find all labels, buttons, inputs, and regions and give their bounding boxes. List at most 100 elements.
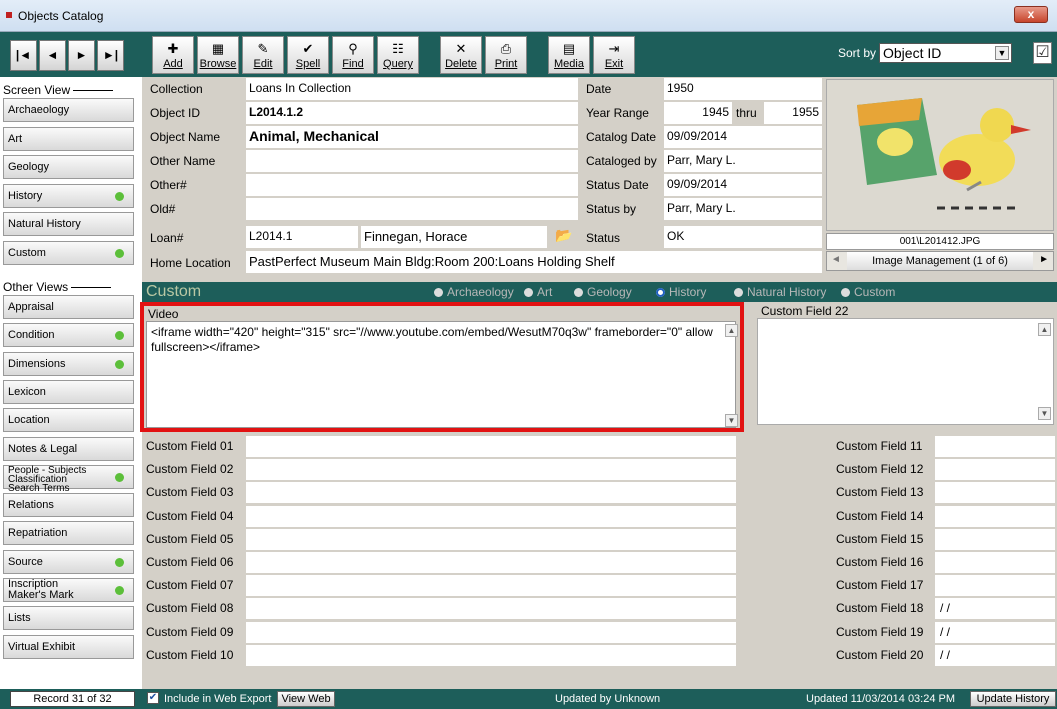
add-button[interactable]: ✚ Add [152,36,194,74]
sidebar-item-custom[interactable]: Custom [3,240,134,265]
nav-button-2[interactable]: ► [68,40,95,71]
view-radio-archaeology[interactable]: Archaeology [434,285,514,299]
nav-button-1[interactable]: ◄ [39,40,66,71]
status-by-field[interactable]: Parr, Mary L. [664,198,822,220]
status-date-field[interactable]: 09/09/2014 [664,174,822,196]
image-nav-bar: ◄ Image Management (1 of 6) ► [826,251,1054,271]
sidebar-item-dimensions[interactable]: Dimensions [3,351,134,376]
edit-button[interactable]: ✎ Edit [242,36,284,74]
sidebar-item-condition[interactable]: Condition [3,323,134,348]
scroll-up-icon[interactable]: ▲ [725,324,738,337]
spell-button[interactable]: ✔ Spell [287,36,329,74]
scroll-down-icon[interactable]: ▼ [1038,407,1051,420]
close-button[interactable]: x [1014,6,1048,23]
radio-label: Natural History [747,285,827,299]
sidebar-item-inscription[interactable]: Inscription Maker's Mark [3,578,134,602]
scroll-up-icon[interactable]: ▲ [1038,323,1051,336]
year-from-field[interactable]: 1945 [664,102,732,124]
collection-field[interactable]: Loans In Collection [246,78,578,100]
sidebar-item-people-subjects[interactable]: People - Subjects Classification Search … [3,464,134,493]
media-button[interactable]: ▤ Media [548,36,590,74]
exit-button[interactable]: ⇥ Exit [593,36,635,74]
custom-field-input[interactable] [246,528,736,550]
custom-field-input[interactable] [246,552,736,573]
sidebar-item-label: Virtual Exhibit [8,640,76,653]
old-num-field[interactable] [246,198,578,220]
object-photo[interactable] [826,79,1054,231]
sidebar-item-archaeology[interactable]: Archaeology [3,98,134,122]
custom-field-input[interactable] [246,459,736,481]
sidebar-item-repatriation[interactable]: Repatriation [3,521,134,546]
sidebar-item-notes-legal[interactable]: Notes & Legal [3,436,134,461]
sidebar-item-lists[interactable]: Lists [3,606,134,631]
view-radio-custom[interactable]: Custom [841,285,895,299]
sidebar-item-history[interactable]: History [3,183,134,208]
date-field[interactable]: 1950 [664,78,822,100]
sidebar-item-art[interactable]: Art [3,126,134,151]
browse-button[interactable]: ▦ Browse [197,36,239,74]
year-to-field[interactable]: 1955 [764,102,822,124]
custom-field-input[interactable] [935,552,1055,573]
custom-field-22-textarea[interactable]: ▲ ▼ [757,318,1054,425]
custom-field-input[interactable]: / / [935,644,1055,666]
custom-field-input[interactable] [935,528,1055,550]
custom-field-input[interactable] [246,482,736,504]
custom-field-label: Custom Field 04 [146,508,234,523]
sidebar-item-appraisal[interactable]: Appraisal [3,295,134,319]
custom-field-input[interactable]: / / [935,598,1055,620]
loan-number-field[interactable]: L2014.1 [246,226,358,248]
custom-field-input[interactable] [935,459,1055,481]
view-web-button[interactable]: View Web [277,691,335,707]
custom-field-input[interactable] [246,575,736,597]
nav-button-0[interactable]: |◄ [10,40,37,71]
status-field[interactable]: OK [664,226,822,248]
sidebar-item-location[interactable]: Location [3,408,134,433]
custom-field-input[interactable] [246,436,736,457]
chevron-down-icon[interactable]: ▼ [995,46,1009,60]
prev-image-icon[interactable]: ◄ [831,254,841,265]
custom-field-input[interactable] [935,505,1055,527]
object-name-field[interactable]: Animal, Mechanical [246,126,578,148]
sidebar-item-source[interactable]: Source [3,549,134,574]
custom-field-input[interactable] [246,621,736,643]
video-textarea[interactable]: <iframe width="420" height="315" src="//… [146,321,736,428]
view-radio-history[interactable]: History [656,285,706,299]
sidebar-item-relations[interactable]: Relations [3,493,134,518]
find-button[interactable]: ⚲ Find [332,36,374,74]
custom-field-input[interactable] [246,644,736,666]
image-management-button[interactable]: Image Management (1 of 6) [847,252,1033,270]
loan-name-field[interactable]: Finnegan, Horace [361,226,547,248]
checklist-icon[interactable]: ☑ [1033,42,1052,64]
scroll-down-icon[interactable]: ▼ [725,414,738,427]
view-radio-geology[interactable]: Geology [574,285,632,299]
media-icon: ▤ [562,41,576,56]
sidebar-item-virtual-exhibit[interactable]: Virtual Exhibit [3,634,134,659]
delete-button[interactable]: ✕ Delete [440,36,482,74]
custom-field-input[interactable] [935,482,1055,504]
view-radio-art[interactable]: Art [524,285,552,299]
sidebar-item-geology[interactable]: Geology [3,155,134,179]
home-location-field[interactable]: PastPerfect Museum Main Bldg:Room 200:Lo… [246,251,822,273]
nav-button-3[interactable]: ►| [97,40,124,71]
web-export-checkbox[interactable]: ✔ [147,692,159,704]
folder-icon[interactable]: 📂 [552,227,576,247]
custom-field-input[interactable] [246,598,736,620]
update-history-button[interactable]: Update History [970,691,1056,707]
status-by-label: Status by [586,202,637,216]
custom-field-input[interactable] [935,575,1055,597]
other-name-field[interactable] [246,150,578,172]
query-button[interactable]: ☷ Query [377,36,419,74]
print-button[interactable]: ⎙ Print [485,36,527,74]
custom-field-input[interactable] [246,505,736,527]
next-image-icon[interactable]: ► [1039,254,1049,265]
object-id-field[interactable]: L2014.1.2 [246,102,578,124]
view-radio-natural-history[interactable]: Natural History [734,285,826,299]
cataloged-by-field[interactable]: Parr, Mary L. [664,150,822,172]
custom-field-input[interactable]: / / [935,621,1055,643]
sort-select[interactable]: Object ID ▼ [879,43,1012,63]
sidebar-item-natural-history[interactable]: Natural History [3,212,134,236]
other-num-field[interactable] [246,174,578,196]
sidebar-item-lexicon[interactable]: Lexicon [3,379,134,404]
catalog-date-field[interactable]: 09/09/2014 [664,126,822,148]
custom-field-input[interactable] [935,436,1055,457]
